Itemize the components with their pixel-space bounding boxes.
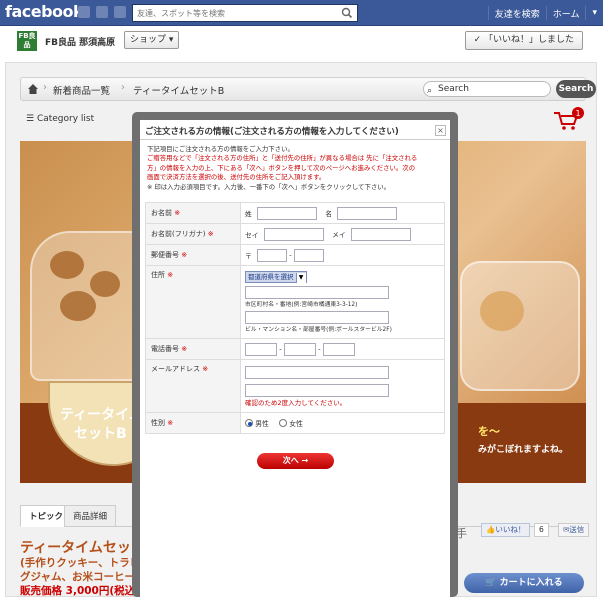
chevron-down-icon: ▼ bbox=[295, 273, 306, 283]
zip-label: 郵便番号 ※ bbox=[145, 244, 241, 266]
first-name-label: 名 bbox=[325, 210, 333, 218]
required-mark: ※ bbox=[181, 251, 188, 259]
kana-last-input[interactable] bbox=[263, 227, 324, 241]
customer-info-modal: ご注文される方の情報(ご注文される方の情報を入力してください) × 下記項目にご… bbox=[140, 120, 450, 597]
page-name[interactable]: FB良品 那須高原 bbox=[45, 35, 115, 48]
page-liked-button[interactable]: ✓ 「いいね！」しました bbox=[464, 31, 583, 50]
required-mark: ※ bbox=[167, 271, 174, 279]
address-label: 住所 ※ bbox=[145, 265, 241, 339]
zip-input-2[interactable] bbox=[293, 248, 324, 262]
phone-input-1[interactable] bbox=[245, 342, 277, 356]
intro-line-red: ご贈答用などで「注文される方の住所」と「送付先の住所」が異なる場合は 先に「注文… bbox=[147, 154, 418, 163]
next-button[interactable]: 次へ → bbox=[257, 453, 334, 469]
name-field-cell: 姓 名 bbox=[240, 202, 445, 224]
phone-label-text: 電話番号 bbox=[151, 345, 179, 353]
intro-line-red: 方」の情報を入力の上、下にある「次へ」ボタンを押して次のページへお進みください。… bbox=[147, 163, 416, 172]
required-mark: ※ bbox=[181, 345, 188, 353]
kana-first-label: メイ bbox=[332, 231, 346, 239]
facebook-search-box bbox=[132, 4, 358, 22]
home-link[interactable]: ホーム bbox=[547, 7, 586, 20]
required-mark: ※ bbox=[202, 365, 209, 373]
zip-input-1[interactable] bbox=[257, 248, 288, 262]
prefecture-select-value: 都道府県を選択 bbox=[248, 273, 294, 281]
name-label: お名前 ※ bbox=[145, 202, 241, 224]
page-header: FB良品 FB良品 那須高原 ショップ ▾ ✓ 「いいね！」しました bbox=[0, 26, 603, 56]
email-label-text: メールアドレス bbox=[151, 365, 200, 373]
shop-tab-button[interactable]: ショップ ▾ bbox=[124, 31, 180, 49]
gender-label: 性別 ※ bbox=[145, 412, 241, 434]
modal-header: ご注文される方の情報(ご注文される方の情報を入力してください) × bbox=[140, 120, 450, 140]
zip-label-text: 郵便番号 bbox=[151, 251, 179, 259]
phone-label: 電話番号 ※ bbox=[145, 338, 241, 360]
friend-requests-icon[interactable] bbox=[78, 6, 90, 18]
facebook-top-bar: facebook 友達を検索 ホーム ▾ bbox=[0, 0, 603, 26]
intro-line: ※ 印は入力必須項目です。入力後、一番下の「次へ」ボタンをクリックして下さい。 bbox=[147, 182, 391, 191]
modal-intro: 下記項目にご注文される方の情報をご入力下さい。 ご贈答用などで「注文される方の住… bbox=[147, 145, 443, 192]
city-note: 市区町村名・番地(例:宮崎市橘通東3-3-12) bbox=[245, 302, 358, 308]
email-confirm-note: 確認のため2度入力してください。 bbox=[245, 398, 347, 407]
intro-line: 下記項目にご注文される方の情報をご入力下さい。 bbox=[147, 145, 294, 153]
facebook-search-input[interactable] bbox=[133, 5, 333, 21]
email-input[interactable] bbox=[245, 365, 389, 379]
required-mark: ※ bbox=[167, 419, 174, 427]
kana-label-text: お名前(フリガナ) bbox=[151, 230, 206, 238]
modal-title: ご注文される方の情報(ご注文される方の情報を入力してください) bbox=[145, 127, 399, 137]
gender-label-text: 性別 bbox=[151, 419, 165, 427]
gender-male-radio[interactable] bbox=[245, 419, 253, 427]
close-icon[interactable]: × bbox=[435, 125, 446, 136]
zip-mark: 〒 bbox=[245, 252, 252, 260]
address-field-cell: 都道府県を選択 ▼ 市区町村名・番地(例:宮崎市橘通東3-3-12) ビル・マンシ… bbox=[240, 265, 445, 339]
facebook-logo[interactable]: facebook bbox=[5, 2, 84, 21]
phone-input-2[interactable] bbox=[283, 342, 316, 356]
kana-first-input[interactable] bbox=[350, 227, 411, 241]
customer-form: お名前 ※ 姓 名 お名前(フリガナ) ※ セイ メイ 郵便番号 ※ 〒 - 住… bbox=[145, 202, 445, 434]
phone-dash: - bbox=[318, 345, 321, 353]
notification-icons bbox=[78, 6, 126, 18]
email-label: メールアドレス ※ bbox=[145, 359, 241, 413]
phone-input-3[interactable] bbox=[322, 342, 355, 356]
page-logo[interactable]: FB良品 bbox=[17, 31, 37, 51]
email-confirm-input[interactable] bbox=[245, 383, 389, 397]
building-note: ビル・マンション名・部屋番号(例:ボールスタービル2F) bbox=[245, 327, 392, 333]
kana-last-label: セイ bbox=[245, 231, 259, 239]
gender-field-cell: 男性 女性 bbox=[240, 412, 445, 434]
intro-line-red: 画面で決済方法を選択の後、送付先の住所をご記入頂けます。 bbox=[147, 173, 326, 182]
phone-field-cell: - - bbox=[240, 338, 445, 360]
city-input[interactable] bbox=[245, 286, 389, 299]
kana-label: お名前(フリガナ) ※ bbox=[145, 223, 241, 245]
name-label-text: お名前 bbox=[151, 209, 172, 217]
messages-icon[interactable] bbox=[96, 6, 108, 18]
first-name-input[interactable] bbox=[337, 206, 398, 220]
prefecture-select[interactable]: 都道府県を選択 ▼ bbox=[245, 271, 307, 283]
required-mark: ※ bbox=[174, 209, 181, 217]
notifications-icon[interactable] bbox=[114, 6, 126, 18]
zip-field-cell: 〒 - bbox=[240, 244, 445, 266]
email-field-cell: 確認のため2度入力してください。 bbox=[240, 359, 445, 413]
zip-dash: - bbox=[289, 251, 292, 259]
required-mark: ※ bbox=[207, 230, 214, 238]
account-menu-icon[interactable]: ▾ bbox=[586, 8, 603, 18]
kana-field-cell: セイ メイ bbox=[240, 223, 445, 245]
gender-male-label: 男性 bbox=[255, 420, 269, 428]
address-label-text: 住所 bbox=[151, 271, 165, 279]
find-friends-link[interactable]: 友達を検索 bbox=[489, 7, 546, 20]
gender-female-radio[interactable] bbox=[279, 419, 288, 427]
last-name-input[interactable] bbox=[257, 206, 318, 220]
search-icon[interactable] bbox=[339, 6, 355, 20]
building-input[interactable] bbox=[245, 311, 389, 324]
last-name-label: 姓 bbox=[245, 210, 252, 218]
gender-female-label: 女性 bbox=[289, 420, 303, 428]
facebook-right-nav: 友達を検索 ホーム ▾ bbox=[487, 0, 603, 26]
phone-dash: - bbox=[279, 345, 282, 353]
